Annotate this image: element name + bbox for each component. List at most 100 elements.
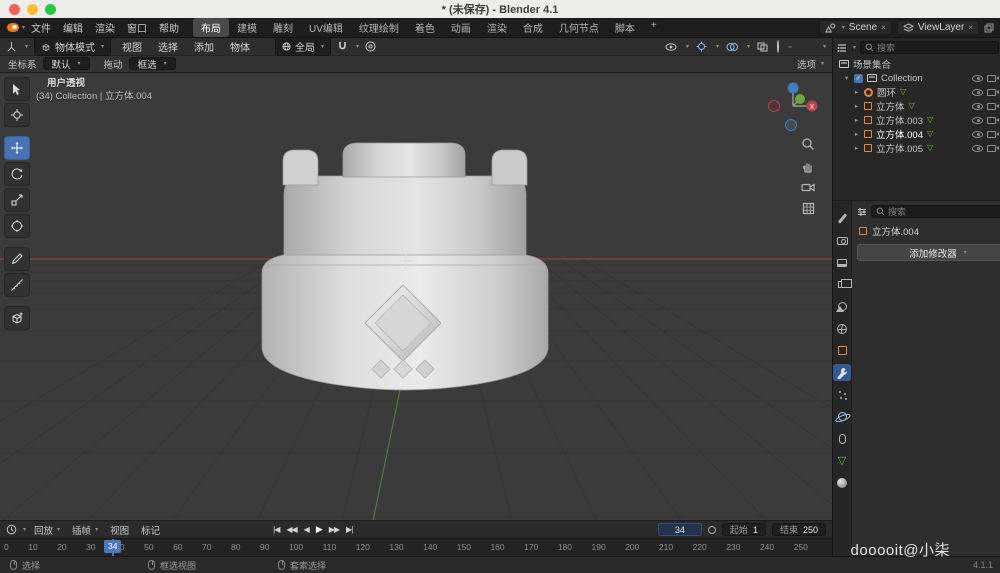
menu-file[interactable]: 文件 — [25, 20, 57, 35]
tab-world[interactable] — [833, 320, 851, 337]
outliner-row-cube-003[interactable]: ▸ 立方体.003 ▽ — [833, 113, 1000, 127]
tab-object-data[interactable]: ▽ — [833, 452, 851, 469]
viewlayer-unlink-icon[interactable]: × — [968, 23, 973, 32]
xray-toggle-icon[interactable] — [757, 42, 768, 52]
proportional-editing-icon[interactable] — [365, 41, 376, 52]
expand-icon[interactable]: ▸ — [853, 102, 860, 110]
zoom-icon[interactable] — [801, 137, 815, 151]
toggle-ortho-icon[interactable] — [802, 202, 815, 215]
shading-wireframe-button[interactable] — [775, 40, 781, 53]
outliner-row-cube[interactable]: ▸ 立方体 ▽ — [833, 99, 1000, 113]
snap-magnet-icon[interactable] — [337, 41, 348, 52]
expand-icon[interactable]: ▸ — [853, 88, 860, 96]
hide-viewport-icon[interactable] — [972, 131, 983, 138]
next-keyframe-button[interactable]: ▶▶ — [329, 525, 339, 534]
workspace-tab-animation[interactable]: 动画 — [443, 18, 479, 37]
expand-icon[interactable]: ▸ — [853, 144, 860, 152]
menu-add[interactable]: 添加 — [189, 39, 219, 54]
camera-view-icon[interactable] — [801, 182, 815, 193]
workspace-tab-uv-editing[interactable]: UV编辑 — [301, 18, 351, 37]
pan-hand-icon[interactable] — [802, 160, 815, 173]
tool-move[interactable] — [4, 136, 30, 160]
properties-search-input[interactable] — [888, 207, 1000, 217]
properties-search[interactable] — [871, 205, 1000, 218]
tool-scale[interactable] — [4, 188, 30, 212]
expand-icon[interactable]: ▸ — [853, 130, 860, 138]
tool-cursor[interactable] — [4, 103, 30, 127]
disable-render-icon[interactable] — [987, 131, 996, 138]
auto-keying-icon[interactable] — [708, 526, 716, 534]
add-workspace-button[interactable]: + — [643, 18, 665, 37]
navigation-gizmo[interactable]: X — [766, 79, 820, 133]
tab-constraints[interactable] — [833, 430, 851, 447]
tab-material[interactable] — [833, 474, 851, 491]
workspace-tab-geometry-nodes[interactable]: 几何节点 — [551, 18, 607, 37]
play-button[interactable]: ▶ — [316, 524, 322, 535]
hide-viewport-icon[interactable] — [972, 75, 983, 82]
gizmos-chevron-icon[interactable]: ▾ — [716, 43, 719, 50]
tool-transform[interactable] — [4, 214, 30, 238]
tool-rotate[interactable] — [4, 162, 30, 186]
hide-viewport-icon[interactable] — [972, 89, 983, 96]
new-viewlayer-icon[interactable] — [984, 23, 994, 33]
shading-solid-button[interactable] — [788, 46, 792, 48]
tool-options[interactable]: 选项 ▾ — [797, 57, 824, 71]
visibility-chevron-icon[interactable]: ▾ — [686, 43, 689, 50]
tab-scene[interactable] — [833, 298, 851, 315]
viewport-3d[interactable]: 用户透视 (34) Collection | 立方体.004 — [0, 73, 832, 520]
jump-to-start-button[interactable]: |◀ — [273, 525, 279, 534]
coord-system-dropdown[interactable]: 默认 ▾ — [43, 57, 90, 70]
workspace-tab-shading[interactable]: 着色 — [407, 18, 443, 37]
timeline-menu-playback[interactable]: 回放▾ — [30, 523, 64, 537]
menu-edit[interactable]: 编辑 — [57, 20, 89, 35]
scene-selector[interactable]: ▾ Scene × — [819, 20, 892, 35]
menu-window[interactable]: 窗口 — [121, 20, 153, 35]
expand-icon[interactable]: ▸ — [853, 116, 860, 124]
editor-type-viewport-icon[interactable] — [6, 41, 17, 52]
outliner-row-cube-005[interactable]: ▸ 立方体.005 ▽ — [833, 141, 1000, 155]
tab-tool[interactable] — [833, 210, 851, 227]
scene-unlink-icon[interactable]: × — [881, 23, 886, 32]
workspace-tab-compositing[interactable]: 合成 — [515, 18, 551, 37]
outliner-search-input[interactable] — [877, 43, 994, 53]
workspace-tab-scripting[interactable]: 脚本 — [607, 18, 643, 37]
menu-help[interactable]: 帮助 — [153, 20, 185, 35]
tab-particles[interactable] — [833, 386, 851, 403]
viewlayer-selector[interactable]: ViewLayer × — [897, 20, 979, 35]
shading-rendered-button[interactable] — [810, 46, 814, 48]
tab-physics[interactable] — [833, 408, 851, 425]
timeline-ruler[interactable]: 010 2030 4050 6070 8090 100110 120130 14… — [0, 538, 832, 556]
menu-view[interactable]: 视图 — [117, 39, 147, 54]
prev-keyframe-button[interactable]: ◀◀ — [286, 525, 296, 534]
timeline-menu-marker[interactable]: 标记 — [137, 523, 164, 537]
outliner-row-scene-collection[interactable]: 场景集合 — [833, 57, 1000, 71]
shading-material-button[interactable] — [799, 46, 803, 48]
workspace-tab-rendering[interactable]: 渲染 — [479, 18, 515, 37]
transform-orientation-dropdown[interactable]: 全局 ▾ — [275, 37, 331, 56]
gizmos-toggle-icon[interactable] — [696, 41, 707, 52]
current-frame-field[interactable]: 34 — [658, 523, 702, 536]
frame-end-field[interactable]: 结束 250 — [772, 523, 826, 536]
disable-render-icon[interactable] — [987, 89, 996, 96]
tab-render[interactable] — [833, 232, 851, 249]
outliner-search[interactable] — [860, 41, 999, 54]
tab-output[interactable] — [833, 254, 851, 271]
outliner-row-collection[interactable]: ▾ ✓ Collection — [833, 71, 1000, 85]
add-modifier-button[interactable]: 添加修改器 ▾ — [857, 244, 1000, 261]
tab-object[interactable] — [833, 342, 851, 359]
tool-annotate[interactable] — [4, 247, 30, 271]
blender-logo-icon[interactable] — [6, 22, 20, 33]
disable-render-icon[interactable] — [987, 145, 996, 152]
workspace-tab-modeling[interactable]: 建模 — [229, 18, 265, 37]
drag-mode-dropdown[interactable]: 框选 ▾ — [129, 57, 176, 70]
mode-dropdown[interactable]: 物体模式 ▾ — [34, 37, 111, 56]
play-reverse-button[interactable]: ◀ — [304, 525, 309, 534]
menu-object[interactable]: 物体 — [225, 39, 255, 54]
editor-type-timeline-icon[interactable] — [6, 524, 17, 535]
collection-expand-icon[interactable]: ▾ — [843, 74, 850, 82]
timeline-editor-chevron-icon[interactable]: ▾ — [23, 526, 26, 533]
tool-select-box[interactable] — [4, 77, 30, 101]
editor-type-outliner-icon[interactable] — [837, 43, 847, 53]
outliner-row-cube-004[interactable]: ▸ 立方体.004 ▽ — [833, 127, 1000, 141]
snap-chevron-icon[interactable]: ▾ — [356, 43, 359, 50]
